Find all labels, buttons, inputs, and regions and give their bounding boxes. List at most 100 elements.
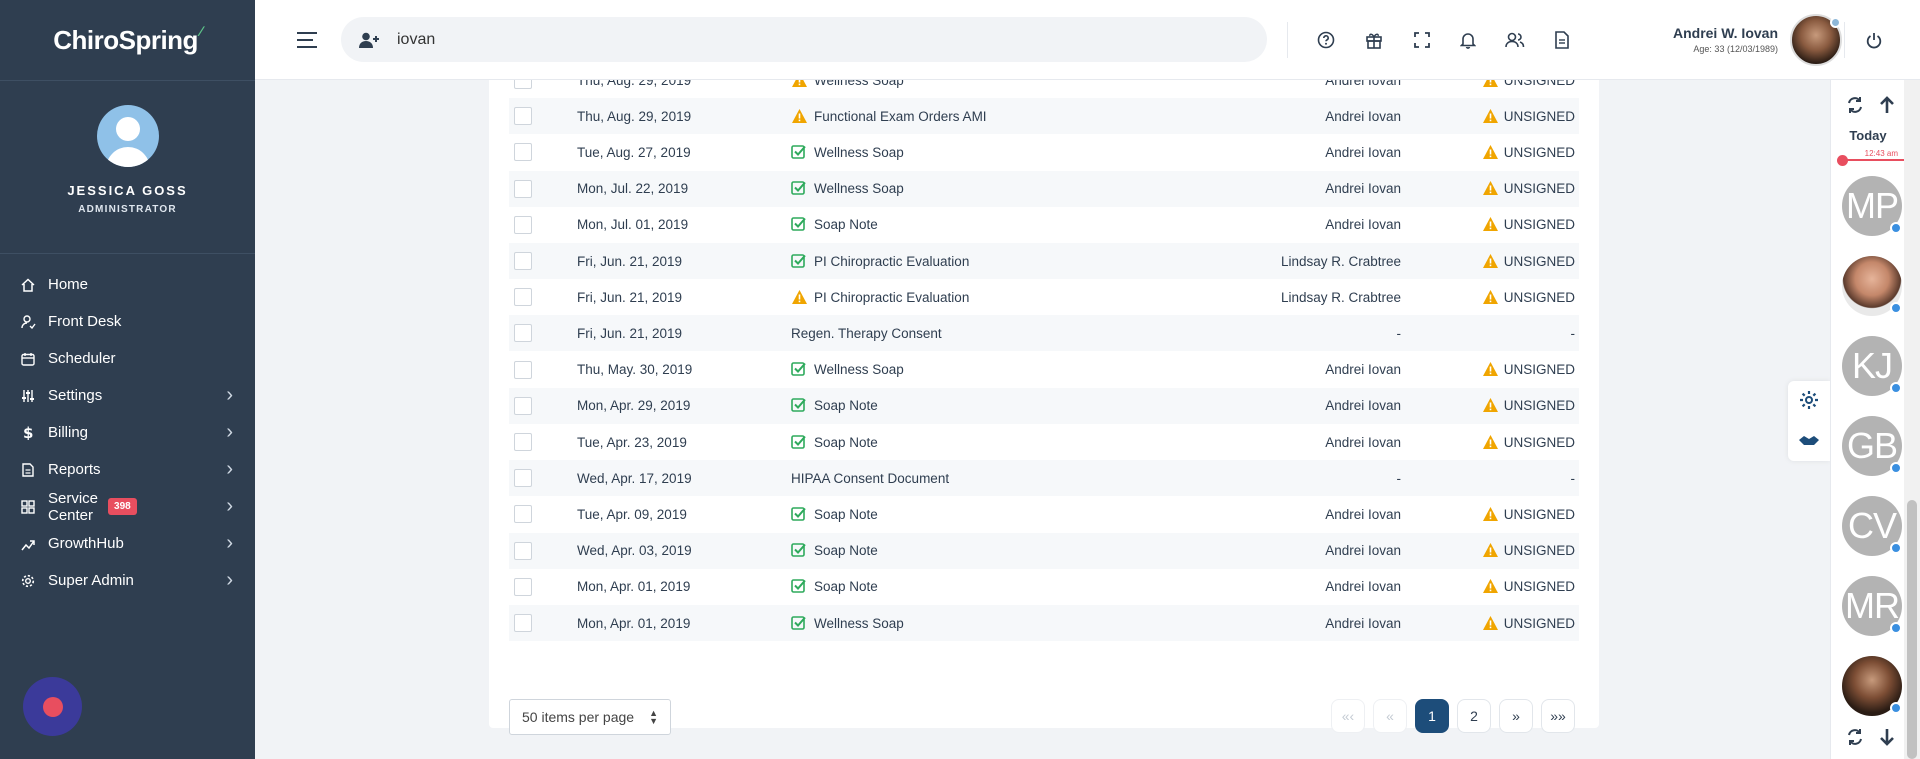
record-button[interactable] [23, 677, 82, 736]
items-per-page-select[interactable]: 50 items per page ▲ ▼ [509, 699, 671, 735]
document-link[interactable]: Wellness Soap [791, 80, 904, 89]
row-checkbox[interactable] [514, 541, 532, 560]
sidebar-item-reports[interactable]: Reports › [0, 451, 255, 488]
row-checkbox[interactable] [514, 288, 532, 307]
table-row[interactable]: Thu, May. 30, 2019 Wellness Soap Andrei Io… [509, 352, 1579, 388]
table-row[interactable]: Fri, Jun. 21, 2019 Regen. Therapy Consent… [509, 315, 1579, 352]
table-row[interactable]: Thu, Aug. 29, 2019 Wellness Soap Andrei Io… [509, 80, 1579, 98]
prev-page-button[interactable]: « [1373, 699, 1407, 733]
document-link[interactable]: Soap Note [791, 578, 878, 595]
document-link[interactable]: Soap Note [791, 216, 878, 233]
table-row[interactable]: Mon, Jul. 22, 2019 Wellness Soap Andrei Io… [509, 170, 1579, 207]
row-checkbox[interactable] [514, 577, 532, 596]
sidebar-item-settings[interactable]: Settings › [0, 377, 255, 414]
table-row[interactable]: Fri, Jun. 21, 2019 PI Chiropractic Evalua… [509, 243, 1579, 279]
document-link[interactable]: Functional Exam Orders AMI [791, 108, 987, 125]
document-link[interactable]: Wellness Soap [791, 361, 904, 378]
table-row[interactable]: Tue, Aug. 27, 2019 Wellness Soap Andrei Io… [509, 134, 1579, 170]
page-button-1[interactable]: 1 [1415, 699, 1449, 733]
sidebar-item-scheduler[interactable]: Scheduler [0, 340, 255, 377]
table-row[interactable]: Mon, Jul. 01, 2019 Soap Note Andrei Iovan U… [509, 207, 1579, 243]
table-row[interactable]: Mon, Apr. 01, 2019 Soap Note Andrei Iovan U… [509, 569, 1579, 605]
brand-logo[interactable]: ChiroSpring ∕ [0, 0, 255, 80]
settings-gear-icon[interactable] [1799, 390, 1819, 415]
bell-icon[interactable] [1458, 30, 1478, 50]
arrow-down-icon[interactable] [1875, 725, 1899, 749]
row-checkbox[interactable] [514, 324, 532, 343]
provider-avatar[interactable]: KJ [1842, 336, 1902, 396]
sidebar-item-home[interactable]: Home [0, 266, 255, 303]
page-scrollbar[interactable] [1904, 80, 1920, 759]
table-row[interactable]: Tue, Apr. 09, 2019 Soap Note Andrei Iovan U… [509, 496, 1579, 532]
provider-avatar[interactable]: MR [1842, 576, 1902, 636]
document-link[interactable]: PI Chiropractic Evaluation [791, 253, 969, 270]
document-link[interactable]: Soap Note [791, 434, 878, 451]
table-row[interactable]: Mon, Apr. 29, 2019 Soap Note Andrei Iovan U… [509, 387, 1579, 424]
row-checkbox[interactable] [514, 215, 532, 234]
document-link[interactable]: Soap Note [791, 397, 878, 414]
table-row[interactable]: Mon, Apr. 01, 2019 Wellness Soap Andrei Io… [509, 605, 1579, 641]
last-page-button[interactable]: »» [1541, 699, 1575, 733]
current-patient[interactable]: Andrei W. Iovan Age: 33 (12/03/1989) [1673, 25, 1778, 54]
first-page-button[interactable]: «‹ [1331, 699, 1365, 733]
row-checkbox[interactable] [514, 80, 532, 89]
table-row[interactable]: Thu, Aug. 29, 2019 Functional Exam Orders… [509, 98, 1579, 135]
scrollbar-thumb[interactable] [1907, 500, 1917, 759]
help-icon[interactable] [1316, 30, 1336, 50]
table-row[interactable]: Fri, Jun. 21, 2019 PI Chiropractic Evalua… [509, 279, 1579, 315]
provider-avatar[interactable]: MP [1842, 176, 1902, 236]
row-checkbox[interactable] [514, 505, 532, 524]
sidebar-item-service-center[interactable]: Service Center 398 › [0, 488, 255, 525]
search-input[interactable] [397, 30, 1217, 49]
gift-icon[interactable] [1364, 30, 1384, 50]
row-checkbox[interactable] [514, 143, 532, 162]
row-checkbox[interactable] [514, 614, 532, 632]
document-name: PI Chiropractic Evaluation [814, 289, 970, 305]
document-link[interactable]: Wellness Soap [791, 615, 904, 632]
profile-avatar[interactable] [96, 105, 159, 167]
row-checkbox[interactable] [514, 360, 532, 379]
fullscreen-icon[interactable] [1412, 30, 1432, 50]
document-link[interactable]: HIPAA Consent Document [791, 471, 949, 486]
page-button-2[interactable]: 2 [1457, 699, 1491, 733]
refresh-bottom-icon[interactable] [1843, 725, 1867, 749]
sidebar-item-billing[interactable]: $ Billing › [0, 414, 255, 451]
document-link[interactable]: Soap Note [791, 506, 878, 523]
document-link[interactable]: Soap Note [791, 542, 878, 559]
document-link[interactable]: Regen. Therapy Consent [791, 326, 942, 341]
provider-avatar[interactable] [1842, 656, 1902, 716]
document-link[interactable]: Wellness Soap [791, 180, 904, 197]
provider-avatar[interactable]: GB [1842, 416, 1902, 476]
row-checkbox[interactable] [514, 433, 532, 451]
document-provider: - [1396, 470, 1402, 486]
sidebar-item-super-admin[interactable]: Super Admin › [0, 562, 255, 599]
sidebar-item-front-desk[interactable]: Front Desk [0, 303, 255, 340]
row-checkbox[interactable] [514, 179, 532, 198]
document-link[interactable]: Wellness Soap [791, 144, 904, 161]
users-icon[interactable] [1505, 30, 1525, 50]
document-icon[interactable] [1552, 30, 1572, 50]
table-row[interactable]: Wed, Apr. 03, 2019 Soap Note Andrei Iovan U… [509, 532, 1579, 569]
provider-avatar[interactable]: CV [1842, 496, 1902, 556]
add-patient-icon[interactable] [341, 32, 397, 48]
table-row[interactable]: Tue, Apr. 23, 2019 Soap Note Andrei Iovan U… [509, 424, 1579, 460]
next-page-button[interactable]: » [1499, 699, 1533, 733]
refresh-icon[interactable] [1843, 93, 1867, 117]
document-name: Soap Note [814, 543, 878, 559]
power-icon[interactable] [1864, 30, 1884, 50]
table-row[interactable]: Wed, Apr. 17, 2019 HIPAA Consent Document… [509, 460, 1579, 497]
document-link[interactable]: PI Chiropractic Evaluation [791, 289, 969, 306]
sidebar-item-label: Home [48, 276, 89, 293]
row-checkbox[interactable] [514, 252, 532, 270]
menu-toggle-icon[interactable] [297, 32, 317, 48]
patient-avatar[interactable] [1790, 14, 1842, 66]
row-checkbox[interactable] [514, 107, 532, 126]
sidebar-item-growthhub[interactable]: GrowthHub › [0, 525, 255, 562]
provider-avatar[interactable] [1842, 256, 1902, 316]
warning-icon [1482, 434, 1499, 451]
avatar-initials: KJ [1851, 345, 1893, 386]
arrow-up-icon[interactable] [1875, 93, 1899, 117]
handshake-icon[interactable] [1798, 432, 1820, 453]
row-checkbox[interactable] [514, 396, 532, 415]
row-checkbox[interactable] [514, 469, 532, 488]
